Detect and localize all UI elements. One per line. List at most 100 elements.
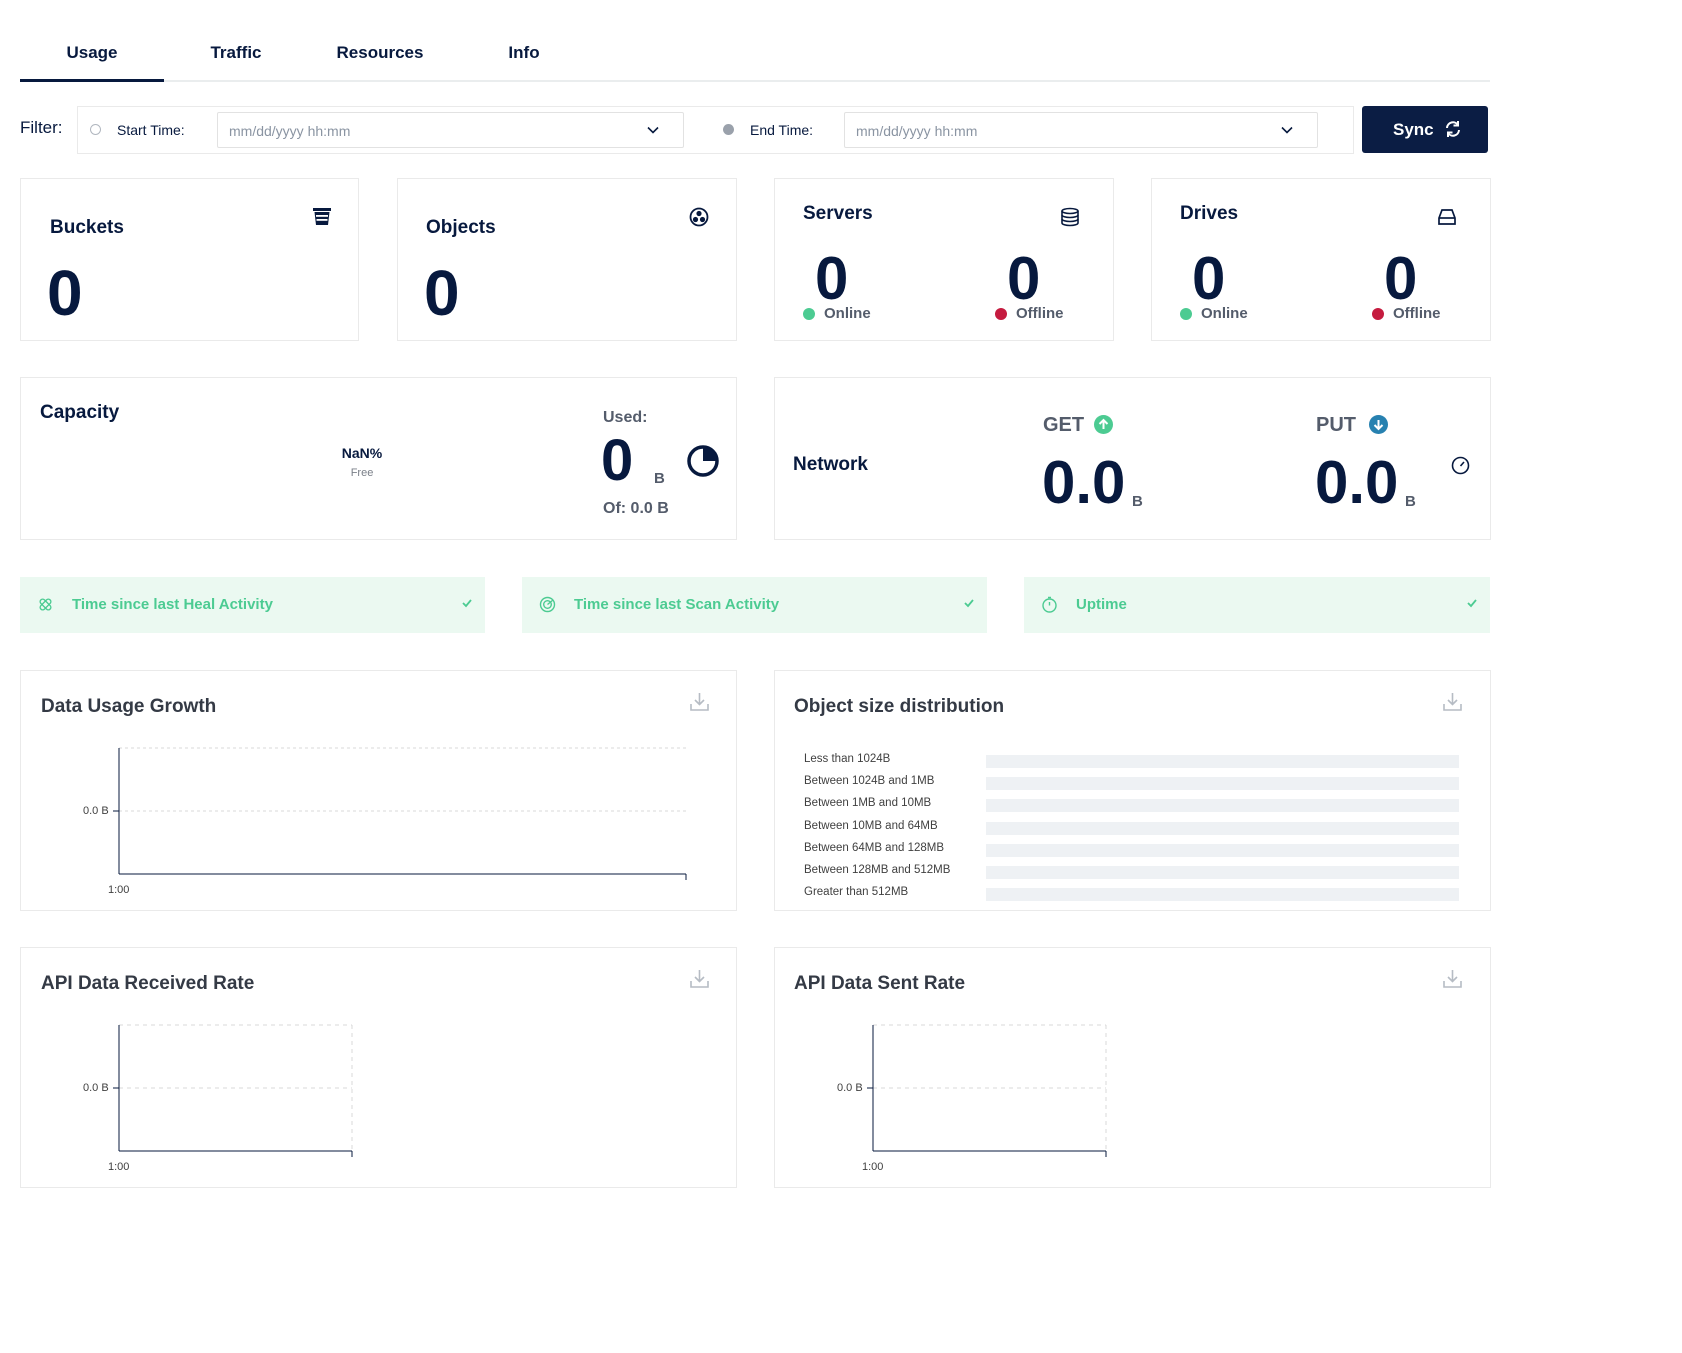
distribution-bar — [986, 755, 1459, 768]
check-icon — [462, 599, 472, 608]
get-unit: B — [1132, 493, 1143, 510]
distribution-bar — [986, 799, 1459, 812]
tab-traffic[interactable]: Traffic — [164, 38, 308, 82]
y-axis-tick: 0.0 B — [83, 1082, 109, 1094]
capacity-free-label: Free — [350, 467, 374, 479]
sync-button[interactable]: Sync — [1362, 106, 1488, 153]
sync-button-label: Sync — [1393, 120, 1434, 139]
drives-offline-count: 0 — [1384, 245, 1418, 312]
api-received-chart — [113, 1024, 353, 1157]
check-icon — [964, 599, 974, 608]
drives-title: Drives — [1180, 203, 1239, 224]
end-time-input[interactable]: mm/dd/yyyy hh:mm — [844, 112, 1318, 148]
servers-online-label: Online — [824, 305, 871, 322]
download-icon[interactable] — [1442, 691, 1463, 712]
drive-icon — [1438, 209, 1456, 225]
uptime-label: Uptime — [1076, 596, 1127, 613]
tab-resources[interactable]: Resources — [308, 38, 452, 82]
buckets-card: Buckets 0 — [20, 178, 359, 341]
buckets-count: 0 — [47, 257, 83, 329]
heal-activity-label: Time since last Heal Activity — [72, 596, 273, 613]
servers-card: Servers 0 Online 0 Offline — [774, 178, 1114, 341]
object-size-distribution-card: Object size distribution Less than 1024B… — [774, 670, 1491, 911]
put-label: PUT — [1316, 414, 1356, 436]
servers-title: Servers — [803, 203, 873, 224]
uptime-bar[interactable]: Uptime — [1024, 577, 1490, 633]
capacity-title: Capacity — [40, 402, 120, 423]
data-usage-growth-card: Data Usage Growth 0.0 B 1:00 — [20, 670, 737, 911]
put-unit: B — [1405, 493, 1416, 510]
bucket-icon — [313, 208, 331, 225]
x-axis-tick: 1:00 — [862, 1161, 884, 1173]
get-label: GET — [1043, 414, 1085, 436]
pie-chart-icon — [687, 445, 719, 477]
objects-title: Objects — [426, 217, 496, 238]
network-title: Network — [793, 454, 868, 475]
speedometer-icon — [1451, 456, 1470, 475]
api-sent-chart — [867, 1024, 1107, 1157]
timer-icon — [1042, 596, 1057, 613]
y-axis-tick: 0.0 B — [837, 1082, 863, 1094]
get-value: 0.0 — [1042, 449, 1126, 516]
capacity-used-label: Used: — [603, 409, 648, 426]
objects-count: 0 — [424, 257, 460, 329]
objects-card: Objects 0 — [397, 178, 737, 341]
check-icon — [1467, 599, 1477, 608]
distribution-bar — [986, 777, 1459, 790]
distribution-label: Less than 1024B — [804, 753, 891, 765]
offline-status-dot — [995, 308, 1007, 320]
distribution-label: Between 10MB and 64MB — [804, 820, 938, 832]
distribution-bar — [986, 866, 1459, 879]
api-data-received-card: API Data Received Rate 0.0 B 1:00 — [20, 947, 737, 1188]
offline-status-dot — [1372, 308, 1384, 320]
start-time-placeholder: mm/dd/yyyy hh:mm — [229, 123, 351, 139]
start-time-input[interactable]: mm/dd/yyyy hh:mm — [217, 112, 684, 148]
y-axis-tick: 0.0 B — [83, 805, 109, 817]
distribution-label: Between 64MB and 128MB — [804, 842, 945, 854]
chevron-down-icon[interactable] — [645, 122, 661, 138]
arrow-up-icon — [1094, 415, 1113, 434]
chevron-down-icon[interactable] — [1279, 122, 1295, 138]
sync-icon — [1446, 121, 1460, 137]
distribution-label: Between 1MB and 10MB — [804, 797, 932, 809]
tab-info[interactable]: Info — [452, 38, 596, 82]
online-status-dot — [803, 308, 815, 320]
object-size-distribution-title: Object size distribution — [794, 696, 1005, 717]
heal-icon — [39, 598, 52, 611]
arrow-down-icon — [1369, 415, 1388, 434]
distribution-label: Between 128MB and 512MB — [804, 864, 951, 876]
data-usage-chart — [113, 747, 687, 880]
capacity-percent: NaN% — [341, 445, 383, 461]
capacity-used-value: 0 — [601, 428, 634, 493]
x-axis-tick: 1:00 — [108, 884, 130, 896]
capacity-used-unit: B — [654, 470, 665, 487]
capacity-of-label: Of: 0.0 B — [603, 500, 669, 517]
network-card: Network GET 0.0 B PUT 0.0 B — [774, 377, 1491, 540]
end-time-placeholder: mm/dd/yyyy hh:mm — [856, 123, 978, 139]
servers-icon — [1061, 207, 1079, 227]
distribution-bar — [986, 844, 1459, 857]
x-axis-tick: 1:00 — [108, 1161, 130, 1173]
api-data-sent-card: API Data Sent Rate 0.0 B 1:00 — [774, 947, 1491, 1188]
start-time-label: Start Time: — [117, 122, 185, 138]
clock-filled-icon — [723, 124, 734, 135]
filter-box: Start Time: mm/dd/yyyy hh:mm End Time: m… — [77, 106, 1354, 154]
end-time-label: End Time: — [750, 122, 814, 138]
buckets-title: Buckets — [50, 217, 124, 238]
drives-online-count: 0 — [1192, 245, 1226, 312]
servers-offline-label: Offline — [1016, 305, 1064, 322]
tab-usage[interactable]: Usage — [20, 38, 164, 82]
drives-offline-label: Offline — [1393, 305, 1441, 322]
drives-card: Drives 0 Online 0 Offline — [1151, 178, 1491, 341]
tab-bar: Usage Traffic Resources Info — [20, 38, 1490, 82]
scan-icon — [539, 596, 556, 613]
scan-activity-bar[interactable]: Time since last Scan Activity — [522, 577, 987, 633]
distribution-bar — [986, 822, 1459, 835]
objects-icon — [689, 207, 709, 227]
online-status-dot — [1180, 308, 1192, 320]
heal-activity-bar[interactable]: Time since last Heal Activity — [20, 577, 485, 633]
distribution-label: Between 1024B and 1MB — [804, 775, 935, 787]
distribution-label: Greater than 512MB — [804, 886, 909, 898]
filter-label: Filter: — [20, 118, 63, 137]
drives-online-label: Online — [1201, 305, 1248, 322]
